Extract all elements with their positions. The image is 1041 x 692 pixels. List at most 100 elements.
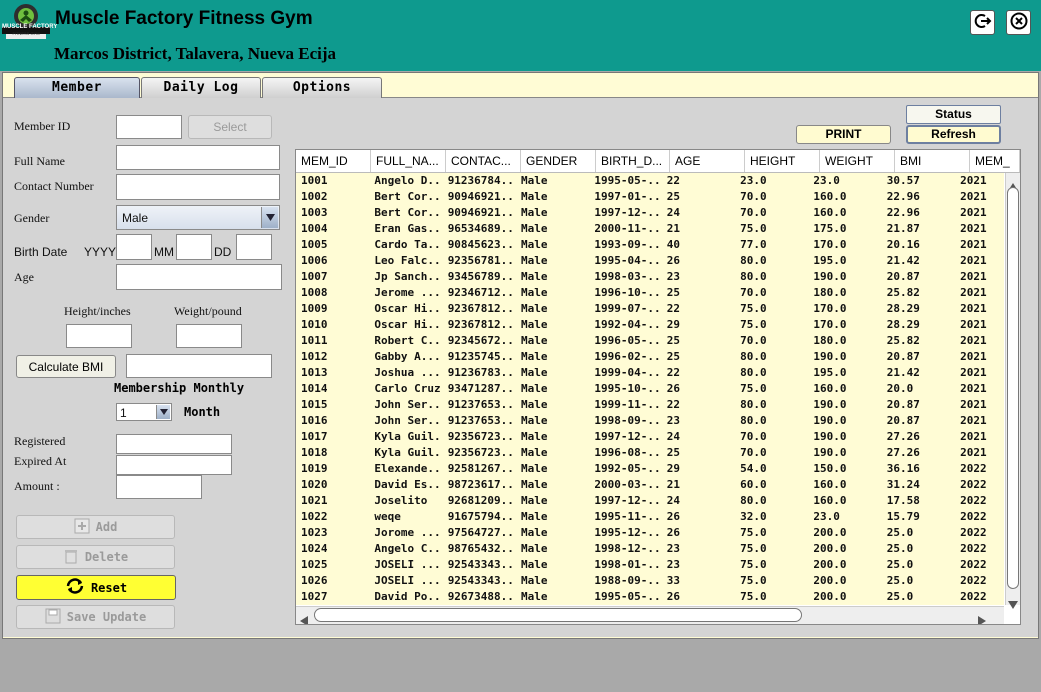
tab-member[interactable]: Member	[14, 77, 140, 98]
table-cell: 25.0	[886, 542, 914, 555]
column-header[interactable]: HEIGHT	[745, 150, 820, 172]
delete-button[interactable]: Delete	[16, 545, 175, 569]
save-update-button[interactable]: Save Update	[16, 605, 175, 629]
table-row[interactable]: 1027 David Po... 92673488... Male 1995-05-..…	[296, 589, 1004, 605]
table-cell: 1997-01-...	[594, 190, 662, 203]
table-cell: 92356723...	[447, 446, 517, 459]
refresh-button[interactable]: Refresh	[906, 125, 1001, 144]
column-header[interactable]: FULL_NA...	[371, 150, 446, 172]
column-header[interactable]: BIRTH_D...	[596, 150, 670, 172]
table-cell: 80.0	[740, 398, 767, 411]
table-cell: Kyla Guil...	[374, 430, 442, 443]
print-button[interactable]: PRINT	[796, 125, 891, 144]
add-button[interactable]: Add	[16, 515, 175, 539]
weight-input[interactable]	[176, 324, 242, 348]
reset-button[interactable]: Reset	[16, 575, 176, 600]
table-row[interactable]: 1026 JOSELI ... 92543343... Male 1988-09-...…	[296, 573, 1004, 589]
table-row[interactable]: 1014 Carlo Cruz 93471287... Male 1995-10-...…	[296, 381, 1004, 397]
table-row[interactable]: 1003 Bert Cor... 90946921... Male 1997-12-..…	[296, 205, 1004, 221]
expired-input[interactable]	[116, 455, 232, 475]
table-cell: Male	[521, 190, 548, 203]
calculate-bmi-button[interactable]: Calculate BMI	[16, 355, 116, 378]
height-input[interactable]	[66, 324, 132, 348]
table-row[interactable]: 1025 JOSELI ... 92543343... Male 1998-01-...…	[296, 557, 1004, 573]
age-input[interactable]	[116, 264, 282, 290]
table-row[interactable]: 1013 Joshua ... 91236783... Male 1999-04-...…	[296, 365, 1004, 381]
table-row[interactable]: 1018 Kyla Guil... 92356723... Male 1996-08-.…	[296, 445, 1004, 461]
full-name-label: Full Name	[14, 154, 65, 168]
column-header[interactable]: WEIGHT	[820, 150, 895, 172]
save-icon	[45, 608, 61, 627]
column-header[interactable]: CONTAC...	[446, 150, 521, 172]
status-button[interactable]: Status	[906, 105, 1001, 124]
table-cell: JOSELI ...	[374, 558, 441, 571]
table-cell: 190.0	[813, 446, 847, 459]
member-id-input[interactable]	[116, 115, 182, 139]
table-row[interactable]: 1016 John Ser... 91237653... Male 1998-09-..…	[296, 413, 1004, 429]
month-select[interactable]: 1	[116, 403, 172, 421]
contact-input[interactable]	[116, 174, 280, 200]
table-cell: 150.0	[813, 462, 847, 475]
table-row[interactable]: 1019 Elexande... 92581267... Male 1992-05-..…	[296, 461, 1004, 477]
members-table[interactable]: MEM_ID FULL_NA... CONTAC... GENDER BIRTH_D..…	[295, 149, 1021, 625]
column-header[interactable]: AGE	[670, 150, 745, 172]
close-button[interactable]	[1006, 10, 1031, 35]
column-header[interactable]: MEM_ID	[296, 150, 371, 172]
weight-label: Weight/pound	[174, 304, 242, 318]
vertical-scrollbar[interactable]	[1005, 173, 1020, 609]
birth-month-input[interactable]	[176, 234, 212, 260]
table-cell: Male	[521, 430, 548, 443]
table-row[interactable]: 1024 Angelo C... 98765432... Male 1998-12-..…	[296, 541, 1004, 557]
logout-button[interactable]	[970, 10, 995, 35]
birth-year-input[interactable]	[116, 234, 152, 260]
refresh-icon	[65, 577, 85, 598]
table-row[interactable]: 1021 Joselito 92681209... Male 1997-12-... 24…	[296, 493, 1004, 509]
table-row[interactable]: 1020 David Es... 98723617... Male 2000-03-..…	[296, 477, 1004, 493]
table-row[interactable]: 1004 Eran Gas... 96534689... Male 2000-11-..…	[296, 221, 1004, 237]
table-row[interactable]: 1005 Cardo Ta... 90845623... Male 1993-09-..…	[296, 237, 1004, 253]
table-row[interactable]: 1009 Oscar Hi... 92367812... Male 1999-07-..…	[296, 301, 1004, 317]
table-row[interactable]: 1023 Jorome ... 97564727... Male 1995-12-...…	[296, 525, 1004, 541]
table-cell: 23	[666, 270, 680, 283]
column-header[interactable]: GENDER	[521, 150, 596, 172]
table-cell: 75.0	[740, 302, 767, 315]
amount-input[interactable]	[116, 475, 202, 499]
column-header[interactable]: BMI	[895, 150, 970, 172]
table-cell: 2022	[960, 590, 987, 603]
table-cell: 25.82	[886, 286, 920, 299]
scroll-down-icon[interactable]	[1008, 594, 1018, 613]
table-cell: 17.58	[886, 494, 920, 507]
table-cell: Oscar Hi...	[374, 302, 443, 315]
table-row[interactable]: 1001 Angelo D... 91236784... Male 1995-05-..…	[296, 173, 1004, 189]
tab-options[interactable]: Options	[262, 77, 382, 98]
scroll-left-icon[interactable]	[300, 611, 308, 624]
table-cell: 22	[666, 398, 680, 411]
table-row[interactable]: 1015 John Ser... 91237653... Male 1999-11-..…	[296, 397, 1004, 413]
scroll-right-icon[interactable]	[978, 611, 986, 624]
gender-select[interactable]: Male	[116, 205, 280, 230]
tab-daily-log[interactable]: Daily Log	[141, 77, 261, 98]
registered-input[interactable]	[116, 434, 232, 454]
full-name-input[interactable]	[116, 145, 280, 170]
table-row[interactable]: 1010 Oscar Hi... 92367812... Male 1992-04-..…	[296, 317, 1004, 333]
table-row[interactable]: 1012 Gabby A... 91235745... Male 1996-02-...…	[296, 349, 1004, 365]
vertical-scroll-thumb[interactable]	[1007, 187, 1019, 589]
table-row[interactable]: 1017 Kyla Guil... 92356723... Male 1997-12-.…	[296, 429, 1004, 445]
table-cell: 1014	[301, 382, 328, 395]
table-row[interactable]: 1011 Robert C... 92345672... Male 1996-05-..…	[296, 333, 1004, 349]
dd-label: DD	[214, 245, 232, 259]
table-row[interactable]: 1022 weqe 91675794... Male 1995-11-... 26 32.0…	[296, 509, 1004, 525]
table-row[interactable]: 1008 Jerome ... 92346712... Male 1996-10-...…	[296, 285, 1004, 301]
table-cell: 2021	[960, 302, 987, 315]
table-row[interactable]: 1006 Leo Falc... 92356781... Male 1995-04-..…	[296, 253, 1004, 269]
horizontal-scrollbar[interactable]	[296, 606, 1004, 624]
birth-day-input[interactable]	[236, 234, 272, 260]
bmi-output[interactable]	[126, 354, 272, 378]
horizontal-scroll-thumb[interactable]	[314, 608, 802, 622]
table-row[interactable]: 1007 Jp Sanch... 93456789... Male 1998-03-..…	[296, 269, 1004, 285]
column-header[interactable]: MEM_	[970, 150, 1020, 172]
table-cell: 1996-02-...	[594, 350, 662, 363]
select-button[interactable]: Select	[188, 115, 272, 139]
table-cell: 26	[666, 254, 680, 267]
table-row[interactable]: 1002 Bert Cor... 90946921... Male 1997-01-..…	[296, 189, 1004, 205]
